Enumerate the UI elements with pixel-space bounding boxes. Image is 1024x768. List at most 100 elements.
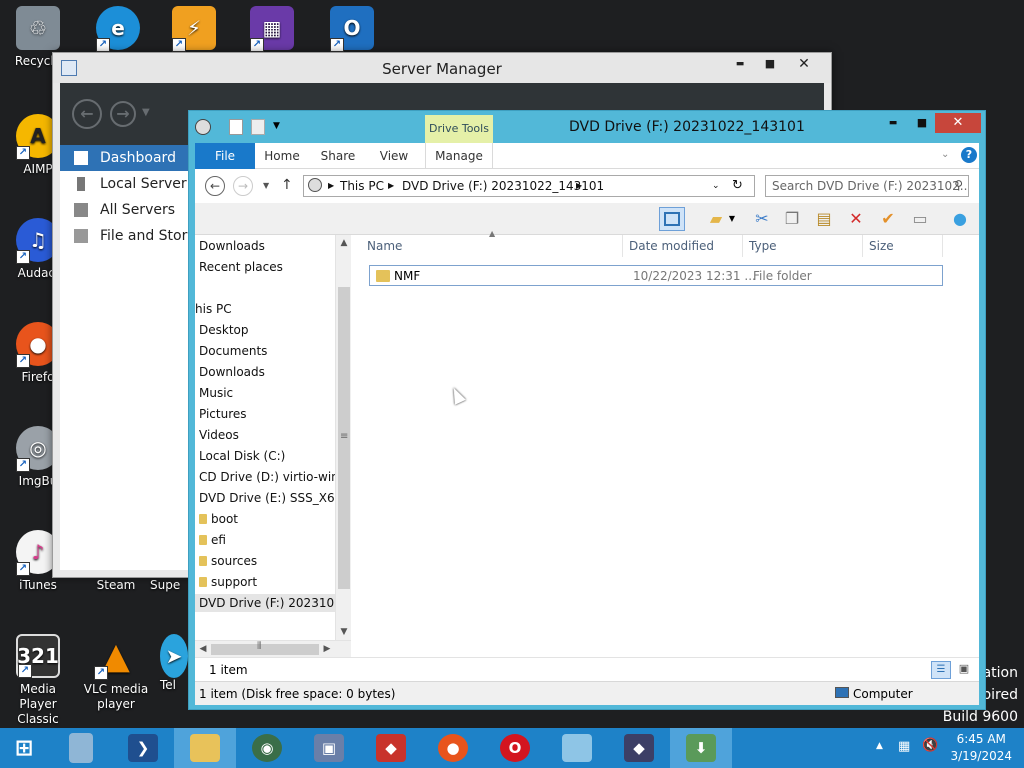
desktop-icon-cpuz[interactable]: ▦ ↗ (234, 6, 310, 54)
nav-item[interactable]: Recent places (199, 258, 335, 276)
nav-item[interactable]: Local Disk (C:) (199, 447, 335, 465)
taskbar-app-diamond[interactable]: ◆ (608, 728, 670, 768)
rename-icon[interactable]: ▭ (907, 207, 933, 231)
taskbar-firefox[interactable]: ● (422, 728, 484, 768)
show-hidden-icons-icon[interactable]: ▲ (876, 741, 883, 751)
tab-manage[interactable]: Manage (425, 143, 493, 169)
breadcrumb-dvd-drive[interactable]: DVD Drive (F:) 20231022_143101 (402, 179, 604, 193)
taskbar-powershell[interactable]: ❯ (112, 728, 174, 768)
help-icon[interactable]: ? (961, 147, 977, 163)
desktop-icon-mpc[interactable]: 321 ↗ Media Player Classic (0, 634, 76, 727)
network-status-icon[interactable]: ▦ (898, 739, 910, 754)
forward-button[interactable]: → (233, 176, 253, 196)
taskbar-server-manager[interactable] (50, 728, 112, 768)
taskbar-opera[interactable]: O (484, 728, 546, 768)
nav-item[interactable]: Music (199, 384, 335, 402)
desktop-icon-vlc[interactable]: ▲ ↗ VLC media player (78, 634, 154, 712)
scroll-up-arrow-icon[interactable]: ▲ (336, 235, 352, 251)
taskbar-remote-desktop[interactable]: ▣ (298, 728, 360, 768)
checkmark-icon[interactable]: ✔ (875, 207, 901, 231)
nav-item[interactable]: Downloads (199, 237, 335, 255)
taskbar-file-explorer[interactable] (174, 728, 236, 768)
minimize-button[interactable]: ▬ (723, 53, 757, 75)
explorer-window[interactable]: ▼ Drive Tools DVD Drive (F:) 20231022_14… (188, 110, 986, 710)
desktop-icon-edge[interactable]: e ↗ (80, 6, 156, 54)
chevron-down-icon[interactable]: ▼ (725, 207, 739, 231)
sidebar-item-local-server[interactable]: Local Server (60, 171, 197, 197)
sidebar-item-file-storage[interactable]: File and Storag (60, 223, 197, 249)
explorer-titlebar[interactable]: ▼ Drive Tools DVD Drive (F:) 20231022_14… (189, 111, 985, 143)
tab-file[interactable]: File (195, 143, 255, 169)
column-header-name[interactable]: Name (361, 235, 623, 257)
scroll-right-arrow-icon[interactable]: ▶ (319, 641, 335, 657)
sidebar-item-dashboard[interactable]: Dashboard (60, 145, 197, 171)
desktop-icon-super[interactable]: Supe (150, 578, 190, 593)
delete-icon[interactable]: ✕ (843, 207, 869, 231)
chevron-down-icon[interactable]: ▼ (142, 107, 150, 118)
paste-icon[interactable]: ▤ (811, 207, 837, 231)
back-button[interactable]: ← (205, 176, 225, 196)
nav-horizontal-scrollbar[interactable]: ◀ ⦀ ▶ (195, 640, 351, 657)
cut-icon[interactable]: ✂ (749, 207, 775, 231)
taskbar-download[interactable]: ⬇ (670, 728, 732, 768)
maximize-button[interactable]: ■ (753, 53, 787, 75)
nav-item[interactable]: boot (199, 510, 335, 528)
tab-share[interactable]: Share (313, 143, 363, 169)
close-button[interactable]: ✕ (935, 113, 981, 133)
chevron-right-icon[interactable]: ▶ (328, 181, 334, 190)
nav-item[interactable]: Documents (199, 342, 335, 360)
search-icon[interactable]: ⚲ (954, 178, 963, 192)
column-header-type[interactable]: Type (743, 235, 863, 257)
minimize-button[interactable]: ▬ (879, 113, 907, 133)
chevron-right-icon[interactable]: ▶ (576, 181, 582, 190)
nav-item[interactable]: CD Drive (D:) virtio-win-0. (199, 468, 335, 486)
nav-item[interactable]: DVD Drive (E:) SSS_X64FRE (199, 489, 335, 507)
taskbar-notepad[interactable] (546, 728, 608, 768)
desktop-icon-telegram[interactable]: ➤ Tel (160, 634, 190, 693)
nav-item[interactable]: DVD Drive (F:) 20231022_14 (195, 594, 335, 612)
chevron-right-icon[interactable]: ▶ (388, 181, 394, 190)
copy-icon[interactable]: ❐ (779, 207, 805, 231)
details-view-icon[interactable]: ☰ (931, 661, 951, 679)
globe-icon[interactable]: ● (947, 207, 973, 231)
column-header-size[interactable]: Size (863, 235, 943, 257)
maximize-button[interactable]: ■ (908, 113, 936, 133)
nav-item[interactable]: Videos (199, 426, 335, 444)
nav-vertical-scrollbar[interactable]: ▲ ≡ ▼ (335, 235, 351, 640)
forward-arrow-icon[interactable]: → (110, 101, 136, 127)
nav-item[interactable]: his PC (195, 300, 331, 318)
sidebar-item-all-servers[interactable]: All Servers (60, 197, 197, 223)
properties-icon[interactable] (229, 119, 243, 135)
address-bar[interactable]: ▶ This PC ▶ DVD Drive (F:) 20231022_1431… (303, 175, 755, 197)
desktop-icon-winamp[interactable]: ⚡ ↗ (156, 6, 232, 54)
scrollbar-thumb[interactable]: ⦀ (211, 641, 319, 655)
scrollbar-thumb[interactable]: ≡ (338, 287, 350, 589)
clock[interactable]: 6:45 AM 3/19/2024 (950, 731, 1012, 765)
file-list[interactable]: ▲ Name Date modified Type Size NMF 10/22… (351, 229, 979, 657)
tab-home[interactable]: Home (257, 143, 307, 169)
up-arrow-icon[interactable]: ↑ (281, 177, 293, 193)
nav-item[interactable]: Desktop (199, 321, 335, 339)
file-row-nmf[interactable]: NMF 10/22/2023 12:31 ... File folder (369, 265, 943, 286)
nav-item[interactable]: support (199, 573, 335, 591)
nav-item[interactable]: efi (199, 531, 335, 549)
nav-item[interactable]: Pictures (199, 405, 335, 423)
desktop-icon-steam[interactable]: Steam (78, 578, 154, 593)
tab-view[interactable]: View (369, 143, 419, 169)
column-header-date[interactable]: Date modified (623, 235, 743, 257)
search-input[interactable]: Search DVD Drive (F:) 2023102... ⚲ (765, 175, 969, 197)
large-icons-view-icon[interactable]: ▣ (955, 661, 973, 679)
nav-item[interactable]: Downloads (199, 363, 335, 381)
address-dropdown-icon[interactable]: ⌄ (712, 181, 720, 191)
new-folder-icon[interactable] (251, 119, 265, 135)
back-arrow-icon[interactable]: ← (72, 99, 102, 129)
server-manager-titlebar[interactable]: Server Manager ▬ ■ ✕ (53, 53, 831, 83)
navigation-pane[interactable]: Downloads Recent places his PC Desktop Docum… (195, 235, 351, 657)
start-button[interactable]: ⊞ (0, 728, 48, 768)
taskbar-app-red[interactable]: ◆ (360, 728, 422, 768)
customize-qat-icon[interactable]: ▼ (273, 121, 280, 137)
taskbar-network[interactable]: ◉ (236, 728, 298, 768)
recent-locations-icon[interactable]: ▼ (263, 181, 269, 190)
ribbon-expand-icon[interactable]: ⌄ (941, 149, 949, 160)
breadcrumb-this-pc[interactable]: This PC (340, 179, 384, 193)
